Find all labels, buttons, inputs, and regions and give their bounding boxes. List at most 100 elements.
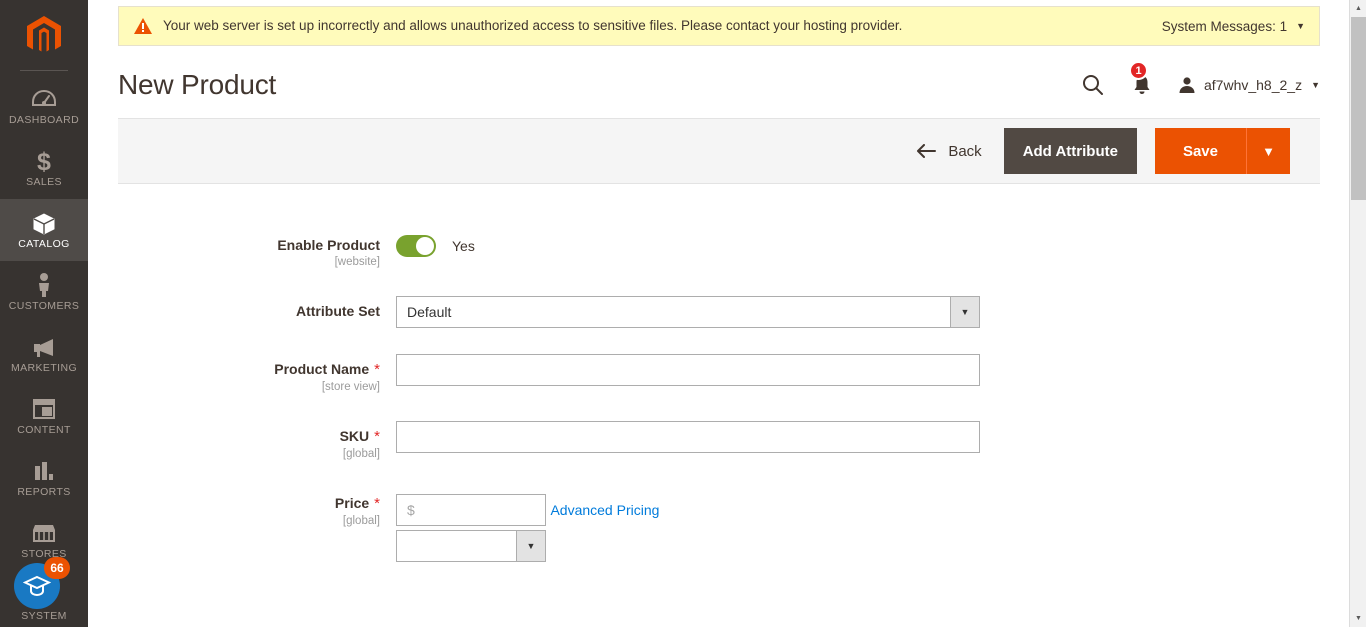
warning-triangle-icon [133,17,153,35]
magento-logo[interactable] [0,0,88,70]
notification-count-badge: 1 [1129,61,1148,80]
next-field-partial-select[interactable]: ▼ [396,530,546,562]
sidebar-item-label: CUSTOMERS [8,299,80,312]
attribute-set-value[interactable]: Default [396,296,950,328]
back-button[interactable]: Back [916,142,982,160]
sidebar-item-marketing[interactable]: MARKETING [0,323,88,385]
page-title: New Product [118,69,277,100]
guide-tour-button[interactable]: 66 [14,557,70,609]
sidebar-item-label: DASHBOARD [8,113,80,126]
username-label: af7whv_h8_2_z [1204,77,1303,93]
field-label-col: Attribute Set [118,294,396,320]
field-enable-product: Enable Product [website] Yes [118,228,1320,270]
field-label-text: Price [334,495,370,511]
sku-input[interactable] [396,421,980,453]
notifications-button[interactable]: 1 [1118,61,1166,102]
field-label: Attribute Set [296,303,380,319]
sidebar-item-label: CONTENT [17,423,71,436]
field-sku: SKU * [global] [118,419,1320,462]
sidebar-item-label: SALES [26,175,62,188]
sidebar-item-label: SYSTEM [21,609,67,622]
magento-logo-icon [27,16,61,52]
advanced-pricing-link[interactable]: Advanced Pricing [550,502,659,518]
system-messages-toggle[interactable]: System Messages: 1 ▼ [1162,19,1305,34]
field-scope: [global] [342,515,380,527]
sidebar-item-sales[interactable]: $ SALES [0,137,88,199]
enable-product-toggle[interactable] [396,235,436,257]
field-label: Enable Product [277,237,380,253]
field-label: SKU * [118,427,380,446]
chevron-down-icon: ▼ [1296,21,1305,31]
next-field-value[interactable] [396,530,516,562]
person-icon [36,272,52,297]
sidebar-item-label: REPORTS [17,485,71,498]
sidebar-item-stores[interactable]: STORES [0,509,88,571]
field-control [396,352,1320,386]
admin-sidebar: DASHBOARD $ SALES CATALOG CUSTOMERS MARK… [0,0,88,627]
dollar-icon: $ [36,148,52,174]
field-label-col: Price * [global] [118,486,396,529]
chevron-down-icon: ▼ [1311,80,1320,90]
toggle-knob [416,237,434,255]
field-scope: [store view] [321,381,380,393]
scrollbar-thumb[interactable] [1351,17,1366,200]
dashboard-icon [32,87,56,111]
bar-chart-icon [32,459,56,483]
search-button[interactable] [1068,68,1118,102]
header-actions: 1 af7whv_h8_2_z ▼ [1068,61,1320,102]
field-scope: [website] [334,256,380,268]
graduation-cap-icon [23,575,51,597]
sidebar-divider [20,70,68,71]
banner-message: Your web server is set up incorrectly an… [163,18,903,33]
chevron-down-icon[interactable]: ▼ [950,296,980,328]
field-control: Advanced Pricing ▼ [396,486,1320,562]
field-control: Yes [396,228,1320,257]
field-control [396,419,1320,453]
field-label-col: Enable Product [website] [118,228,396,270]
sidebar-item-customers[interactable]: CUSTOMERS [0,261,88,323]
magento-admin-page: DASHBOARD $ SALES CATALOG CUSTOMERS MARK… [0,0,1366,627]
save-button-group: Save ▼ [1154,128,1290,174]
sidebar-item-label: MARKETING [10,361,78,374]
back-label: Back [948,142,982,160]
field-label-col: SKU * [global] [118,419,396,462]
box-icon [31,211,57,235]
attribute-set-select[interactable]: Default ▼ [396,296,980,328]
field-label-col: Product Name * [store view] [118,352,396,395]
page-scrollbar[interactable]: ▲ ▼ [1349,0,1366,627]
required-asterisk: * [374,495,380,512]
system-message-banner: Your web server is set up incorrectly an… [118,6,1320,46]
sidebar-item-reports[interactable]: REPORTS [0,447,88,509]
chevron-down-icon[interactable]: ▼ [516,530,546,562]
user-account-menu[interactable]: af7whv_h8_2_z ▼ [1166,76,1320,94]
system-messages-label: System Messages: 1 [1161,18,1288,34]
price-input[interactable] [396,494,546,526]
required-asterisk: * [374,428,380,445]
page-header: New Product 1 af7whv_h8_2_z ▼ [118,46,1320,118]
field-label-text: SKU [339,428,370,444]
megaphone-icon [31,335,57,359]
required-asterisk: * [374,361,380,378]
save-button[interactable]: Save [1154,128,1246,174]
scroll-up-arrow[interactable]: ▲ [1350,0,1366,17]
product-name-input[interactable] [396,354,980,386]
main-content: Your web server is set up incorrectly an… [88,0,1366,627]
page-actions-toolbar: Back Add Attribute Save ▼ [118,118,1320,184]
field-price: Price* [global] Advanced Pricing ▼ [118,486,1320,562]
scroll-down-arrow[interactable]: ▼ [1350,610,1366,627]
sidebar-item-content[interactable]: CONTENT [0,385,88,447]
product-form: Enable Product [website] Yes Attribute S… [118,184,1320,562]
field-label: Price * [118,494,380,513]
field-scope: [global] [342,448,380,460]
search-icon [1083,75,1103,95]
field-label: Product Name * [118,360,380,379]
toggle-state-label: Yes [452,238,475,254]
sidebar-item-label: CATALOG [18,237,70,250]
enable-product-toggle-row: Yes [396,230,1320,257]
save-options-dropdown[interactable]: ▼ [1246,128,1290,174]
field-product-name: Product Name * [store view] [118,352,1320,395]
sidebar-item-catalog[interactable]: CATALOG [0,199,88,261]
arrow-left-icon [916,144,937,158]
add-attribute-button[interactable]: Add Attribute [1003,128,1137,174]
sidebar-item-dashboard[interactable]: DASHBOARD [0,75,88,137]
